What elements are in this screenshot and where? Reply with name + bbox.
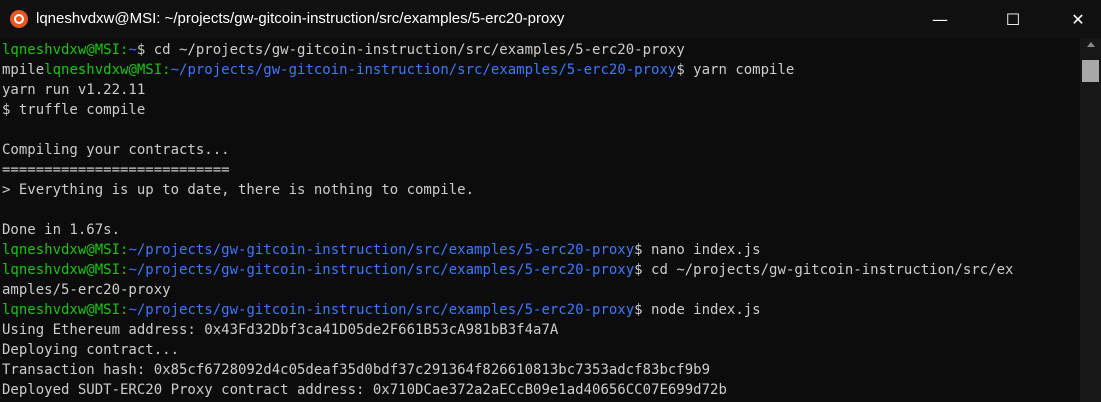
prompt-user: lqneshvdxw@MSI:	[44, 62, 171, 78]
terminal-line: Using Ethereum address: 0x43Fd32Dbf3ca41…	[2, 320, 558, 340]
ubuntu-icon	[10, 10, 28, 28]
terminal-text: $ truffle compile	[2, 102, 146, 118]
terminal-text: $ cd ~/projects/gw-gitcoin-instruction/s…	[136, 42, 685, 58]
window-title: lqneshvdxw@MSI: ~/projects/gw-gitcoin-in…	[36, 10, 565, 27]
scrollbar-thumb[interactable]	[1082, 60, 1099, 82]
close-button[interactable]: ✕	[1055, 0, 1101, 38]
scrollbar[interactable]	[1080, 38, 1101, 402]
prompt-user: lqneshvdxw@MSI:	[2, 302, 129, 318]
terminal-text: Compiling your contracts...	[2, 142, 230, 158]
prompt-path: ~/projects/gw-gitcoin-instruction/src/ex…	[128, 242, 635, 258]
terminal-line: Transaction hash: 0x85cf6728092d4c05deaf…	[2, 360, 710, 380]
terminal-line: lqneshvdxw@MSI:~/projects/gw-gitcoin-ins…	[2, 240, 761, 260]
minimize-button[interactable]: —	[917, 0, 963, 38]
terminal-text: yarn run v1.22.11	[2, 82, 146, 98]
terminal-text: Deployed SUDT-ERC20 Proxy contract addre…	[2, 382, 727, 398]
prompt-user: lqneshvdxw@MSI:	[2, 262, 129, 278]
terminal-line: Deploying contract...	[2, 340, 179, 360]
terminal-text: Transaction hash: 0x85cf6728092d4c05deaf…	[2, 362, 711, 378]
terminal-text: $ yarn compile	[676, 62, 795, 78]
terminal-text: $ node index.js	[634, 302, 761, 318]
terminal-text: Done in 1.67s.	[2, 222, 121, 238]
terminal-text: ===========================	[2, 162, 230, 178]
prompt-user: lqneshvdxw@MSI:	[2, 42, 129, 58]
terminal-line: Compiling your contracts...	[2, 140, 230, 160]
terminal-line: lqneshvdxw@MSI:~/projects/gw-gitcoin-ins…	[2, 260, 1013, 280]
prompt-path: ~	[128, 42, 137, 58]
terminal-text: Using Ethereum address: 0x43Fd32Dbf3ca41…	[2, 322, 559, 338]
maximize-button[interactable]: ☐	[990, 0, 1036, 38]
terminal-line: mpilelqneshvdxw@MSI:~/projects/gw-gitcoi…	[2, 60, 794, 80]
terminal-line: $ truffle compile	[2, 100, 145, 120]
scroll-up-icon[interactable]	[1087, 42, 1095, 47]
terminal-text: amples/5-erc20-proxy	[2, 282, 171, 298]
prompt-path: ~/projects/gw-gitcoin-instruction/src/ex…	[170, 62, 677, 78]
terminal-line: lqneshvdxw@MSI:~/projects/gw-gitcoin-ins…	[2, 300, 761, 320]
prompt-path: ~/projects/gw-gitcoin-instruction/src/ex…	[128, 302, 635, 318]
terminal-text: Deploying contract...	[2, 342, 180, 358]
terminal-line: ===========================	[2, 160, 230, 180]
terminal-text: mpile	[2, 62, 45, 78]
terminal-text: > Everything is up to date, there is not…	[2, 182, 475, 198]
prompt-user: lqneshvdxw@MSI:	[2, 242, 129, 258]
terminal-text: $ cd ~/projects/gw-gitcoin-instruction/s…	[634, 262, 1014, 278]
terminal-line: > Everything is up to date, there is not…	[2, 180, 474, 200]
terminal-line: yarn run v1.22.11	[2, 80, 145, 100]
terminal-line: lqneshvdxw@MSI:~$ cd ~/projects/gw-gitco…	[2, 40, 685, 60]
terminal-output[interactable]: lqneshvdxw@MSI:~$ cd ~/projects/gw-gitco…	[0, 38, 1080, 402]
terminal-text: $ nano index.js	[634, 242, 761, 258]
prompt-path: ~/projects/gw-gitcoin-instruction/src/ex…	[128, 262, 635, 278]
terminal-line: Deployed SUDT-ERC20 Proxy contract addre…	[2, 380, 727, 400]
title-bar: lqneshvdxw@MSI: ~/projects/gw-gitcoin-in…	[0, 0, 1101, 38]
terminal-line: Done in 1.67s.	[2, 220, 120, 240]
terminal-line: amples/5-erc20-proxy	[2, 280, 171, 300]
